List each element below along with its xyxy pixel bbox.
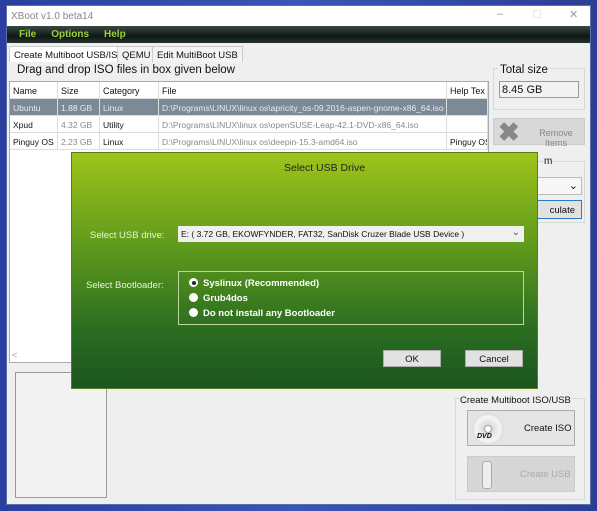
- cell-help: [447, 116, 488, 133]
- title-bar: XBoot v1.0 beta14 – ☐ ✕: [7, 6, 590, 26]
- dvd-icon: DVD: [472, 413, 504, 445]
- xboot-window: XBoot v1.0 beta14 – ☐ ✕ File Options Help …: [6, 5, 591, 505]
- radio-label: Syslinux (Recommended): [203, 278, 320, 289]
- chevron-down-icon: ⌄: [511, 227, 520, 238]
- dialog-title: Select USB Drive: [283, 162, 366, 174]
- close-button[interactable]: ✕: [569, 8, 578, 21]
- cell-help: [447, 99, 488, 116]
- col-file[interactable]: File: [159, 82, 447, 99]
- remove-items-button[interactable]: ✖ Remove Items: [493, 117, 585, 148]
- table-row[interactable]: Xpud 4.32 GB Utility D:\Programs\LINUX\l…: [10, 116, 488, 133]
- col-name[interactable]: Name: [10, 82, 58, 99]
- radio-checked-icon: [189, 278, 198, 287]
- cell-file: D:\Programs\LINUX\linux os\openSUSE-Leap…: [159, 116, 447, 133]
- usb-drive-select[interactable]: E: ( 3.72 GB, EKOWFYNDER, FAT32, SanDisk…: [178, 226, 524, 242]
- cell-name: Pinguy OS: [10, 133, 58, 150]
- total-size-label: Total size: [498, 64, 550, 76]
- cancel-button[interactable]: Cancel: [465, 350, 523, 367]
- cell-file: D:\Programs\LINUX\linux os\apricity_os-0…: [159, 99, 447, 116]
- cell-size: 2.23 GB: [58, 133, 100, 150]
- drag-drop-label: Drag and drop ISO files in box given bel…: [17, 64, 235, 76]
- menu-bar: File Options Help: [7, 26, 590, 43]
- bootloader-label: Select Bootloader:: [86, 280, 164, 291]
- radio-icon: [189, 308, 198, 317]
- radio-syslinux[interactable]: Syslinux (Recommended): [189, 278, 319, 289]
- col-size[interactable]: Size: [58, 82, 100, 99]
- create-iso-label: Create ISO: [524, 423, 572, 434]
- tab-edit-multiboot[interactable]: Edit MultiBoot USB: [152, 46, 243, 62]
- preview-box: [15, 372, 107, 498]
- menu-help[interactable]: Help: [104, 29, 126, 40]
- x-icon: ✖: [498, 117, 520, 147]
- tab-create-multiboot[interactable]: Create Multiboot USB/ISO: [9, 46, 130, 62]
- scroll-left-arrow[interactable]: <: [12, 350, 22, 360]
- radio-icon: [189, 293, 198, 302]
- cell-category: Utility: [100, 116, 159, 133]
- cell-name: Ubuntu: [10, 99, 58, 116]
- table-header: Name Size Category File Help Tex: [10, 82, 488, 99]
- partial-group-label: m: [544, 156, 553, 167]
- cell-help: Pinguy OS: [447, 133, 488, 150]
- window-title: XBoot v1.0 beta14: [11, 11, 94, 22]
- usb-drive-label: Select USB drive:: [90, 230, 165, 241]
- chevron-down-icon: ⌄: [568, 180, 578, 192]
- cell-size: 1.88 GB: [58, 99, 100, 116]
- total-size-field: 8.45 GB: [499, 81, 579, 98]
- minimize-button[interactable]: –: [497, 8, 503, 20]
- radio-label: Grub4dos: [203, 293, 248, 304]
- tab-qemu[interactable]: QEMU: [117, 46, 156, 62]
- select-usb-dialog: Select USB Drive Select USB drive: E: ( …: [72, 153, 537, 388]
- table-row[interactable]: Pinguy OS 2.23 GB Linux D:\Programs\LINU…: [10, 133, 488, 150]
- col-help-text[interactable]: Help Tex: [447, 82, 488, 99]
- radio-label: Do not install any Bootloader: [203, 308, 335, 319]
- menu-file[interactable]: File: [19, 29, 36, 40]
- remove-items-label: Remove Items: [539, 128, 573, 148]
- radio-grub4dos[interactable]: Grub4dos: [189, 293, 248, 304]
- menu-options[interactable]: Options: [51, 29, 89, 40]
- cell-size: 4.32 GB: [58, 116, 100, 133]
- radio-no-bootloader[interactable]: Do not install any Bootloader: [189, 308, 335, 319]
- col-category[interactable]: Category: [100, 82, 159, 99]
- cell-category: Linux: [100, 133, 159, 150]
- total-size-group: Total size 8.45 GB: [493, 64, 585, 110]
- cell-category: Linux: [100, 99, 159, 116]
- cell-file: D:\Programs\LINUX\linux os\deepin-15.3-a…: [159, 133, 447, 150]
- create-usb-button[interactable]: Create USB: [467, 456, 575, 492]
- bootloader-group: Syslinux (Recommended) Grub4dos Do not i…: [178, 271, 524, 325]
- create-iso-button[interactable]: DVD Create ISO: [467, 410, 575, 446]
- ok-button[interactable]: OK: [383, 350, 441, 367]
- usb-drive-value: E: ( 3.72 GB, EKOWFYNDER, FAT32, SanDisk…: [181, 229, 465, 239]
- maximize-button[interactable]: ☐: [532, 8, 542, 21]
- usb-icon: [482, 461, 492, 489]
- cell-name: Xpud: [10, 116, 58, 133]
- table-row[interactable]: Ubuntu 1.88 GB Linux D:\Programs\LINUX\l…: [10, 99, 488, 116]
- create-usb-label: Create USB: [520, 469, 571, 480]
- create-multiboot-label: Create Multiboot ISO/USB: [460, 395, 571, 406]
- create-multiboot-group: Create Multiboot ISO/USB DVD Create ISO …: [455, 395, 585, 500]
